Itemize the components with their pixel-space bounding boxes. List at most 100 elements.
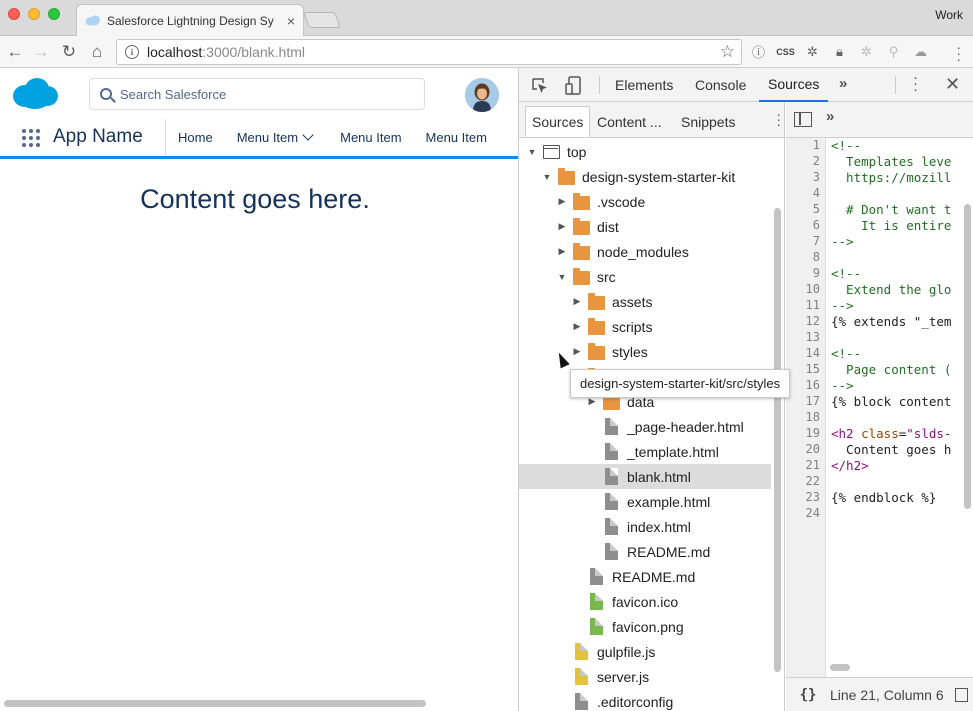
salesforce-logo[interactable] <box>11 77 59 111</box>
device-toolbar-icon[interactable] <box>565 76 583 96</box>
expand-triangle-icon[interactable]: ▶ <box>572 346 582 357</box>
back-arrow-icon[interactable]: ← <box>4 41 26 63</box>
tab-snippets[interactable]: Snippets <box>675 106 741 137</box>
forward-arrow-icon[interactable]: → <box>30 41 52 63</box>
expand-triangle-icon[interactable]: ▶ <box>557 246 567 257</box>
code-line: {% extends "_tem <box>831 314 971 330</box>
browser-tab[interactable]: Salesforce Lightning Design Sy × <box>76 4 304 36</box>
app-launcher-icon[interactable] <box>22 129 40 147</box>
editor-vertical-scrollbar[interactable] <box>964 204 971 509</box>
expand-triangle-icon[interactable]: ▶ <box>557 221 567 232</box>
minimize-window-button[interactable] <box>28 8 40 20</box>
page-horizontal-scrollbar[interactable] <box>4 700 426 707</box>
close-tab-icon[interactable]: × <box>287 13 295 29</box>
collapse-triangle-icon[interactable]: ▼ <box>542 172 552 182</box>
code-token: --> <box>831 378 854 393</box>
tree-item-label: README.md <box>627 543 711 560</box>
tree-item[interactable]: README.md <box>519 564 771 589</box>
inspect-element-icon[interactable] <box>531 77 549 95</box>
profile-name[interactable]: Work <box>935 8 963 22</box>
code-line: It is entire <box>831 218 971 234</box>
maximize-window-button[interactable] <box>48 8 60 20</box>
nav-item-menu-dropdown[interactable]: Menu Item <box>225 119 328 156</box>
tree-item[interactable]: ▶ .vscode <box>519 189 771 214</box>
search-icon <box>100 88 112 100</box>
tab-console[interactable]: Console <box>695 68 746 102</box>
browser-menu-icon[interactable]: · · · <box>956 40 961 66</box>
line-number: 12 <box>805 314 820 328</box>
close-devtools-icon[interactable]: ✕ <box>945 74 960 95</box>
tree-item[interactable]: index.html <box>519 514 771 539</box>
navigator-menu-icon[interactable]: · · · <box>776 107 781 131</box>
file-icon <box>605 493 618 510</box>
tree-item[interactable]: ▶ dist <box>519 214 771 239</box>
home-icon[interactable]: ⌂ <box>86 41 108 63</box>
code-content[interactable]: <!-- Templates leve https://mozill # Don… <box>831 138 971 677</box>
tree-item[interactable]: favicon.png <box>519 614 771 639</box>
gear-extension-icon[interactable]: ✲ <box>858 43 875 60</box>
line-number: 23 <box>805 490 820 504</box>
code-line: Extend the glo <box>831 282 971 298</box>
cloud-extension-icon[interactable]: ☁ <box>912 43 929 60</box>
bookmark-star-icon[interactable]: ☆ <box>720 42 735 62</box>
user-avatar[interactable] <box>465 78 499 112</box>
tree-item[interactable]: .editorconfig <box>519 689 771 711</box>
tree-item[interactable]: favicon.ico <box>519 589 771 614</box>
tab-elements[interactable]: Elements <box>615 68 673 102</box>
devtools-menu-icon[interactable]: · · · <box>913 70 918 97</box>
line-number: 20 <box>805 442 820 456</box>
tree-item[interactable]: _template.html <box>519 439 771 464</box>
collapse-triangle-icon[interactable]: ▼ <box>557 272 567 282</box>
tree-item-label: dist <box>597 218 619 235</box>
code-line: {% endblock %} <box>831 490 971 506</box>
address-bar[interactable]: i localhost :3000/blank.html ☆ <box>116 39 742 65</box>
tree-item[interactable]: ▼ src <box>519 264 771 289</box>
nav-item-menu[interactable]: Menu Item <box>328 119 413 156</box>
nav-item-menu[interactable]: Menu Item <box>414 119 499 156</box>
toggle-debugger-icon[interactable] <box>955 688 968 702</box>
tree-item[interactable]: example.html <box>519 489 771 514</box>
toggle-navigator-icon[interactable] <box>794 112 812 127</box>
tree-item[interactable]: _page-header.html <box>519 414 771 439</box>
css-extension-icon[interactable]: CSS <box>776 43 795 60</box>
tab-content-scripts[interactable]: Content ... <box>591 106 668 137</box>
pretty-print-button[interactable]: {} <box>786 687 830 703</box>
chevron-down-icon[interactable] <box>302 129 314 141</box>
more-editor-tabs-icon[interactable]: » <box>826 108 834 125</box>
tab-navigator-sources[interactable]: Sources <box>525 106 591 137</box>
tree-item[interactable]: ▶ node_modules <box>519 239 771 264</box>
tree-item[interactable]: ▶ scripts <box>519 314 771 339</box>
line-number: 21 <box>805 458 820 472</box>
nav-item-home[interactable]: Home <box>166 119 225 156</box>
expand-triangle-icon[interactable]: ▶ <box>572 296 582 307</box>
tree-item[interactable]: ▼ design-system-starter-kit <box>519 164 771 189</box>
new-tab-button[interactable] <box>303 12 341 28</box>
close-window-button[interactable] <box>8 8 20 20</box>
file-icon <box>575 693 588 710</box>
tree-item[interactable]: blank.html <box>519 464 771 489</box>
collapse-triangle-icon[interactable]: ▼ <box>527 147 537 157</box>
lock-extension-icon[interactable]: 🔒︎ <box>831 43 848 60</box>
tree-item[interactable]: server.js <box>519 664 771 689</box>
expand-triangle-icon[interactable]: ▶ <box>572 321 582 332</box>
global-search-input[interactable]: Search Salesforce <box>89 78 425 110</box>
expand-triangle-icon[interactable]: ▶ <box>557 196 567 207</box>
code-token: Content goes h <box>831 442 952 457</box>
settings-extension-icon[interactable]: ✲ <box>804 43 821 60</box>
tree-item[interactable]: ▼ top <box>519 139 771 164</box>
tree-item[interactable]: ▶ assets <box>519 289 771 314</box>
tab-sources[interactable]: Sources <box>759 68 829 102</box>
more-tabs-icon[interactable]: » <box>839 75 847 92</box>
extension-info-icon[interactable]: ⓘ <box>750 43 767 60</box>
pin-extension-icon[interactable]: ⚲ <box>885 43 902 60</box>
editor-horizontal-scrollbar[interactable] <box>830 664 850 671</box>
site-info-icon[interactable]: i <box>125 45 139 59</box>
reload-icon[interactable]: ↻ <box>58 41 80 63</box>
folder-icon <box>588 292 605 310</box>
navigator-scrollbar[interactable] <box>774 208 781 672</box>
tree-item[interactable]: README.md <box>519 539 771 564</box>
tree-item[interactable]: gulpfile.js <box>519 639 771 664</box>
line-number: 8 <box>812 250 820 264</box>
code-token: "slds- <box>906 426 952 441</box>
